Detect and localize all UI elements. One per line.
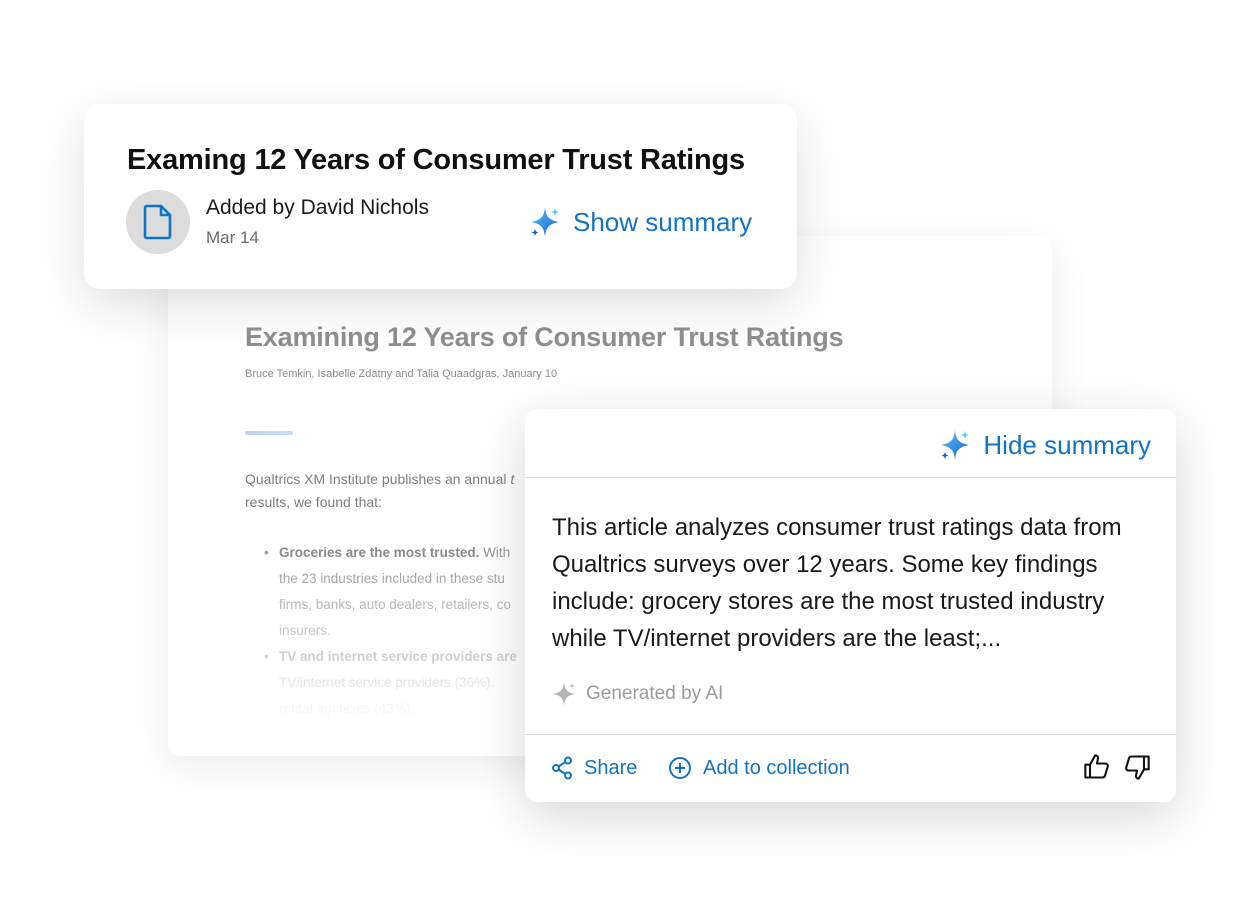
sparkle-gray-icon: [552, 681, 576, 707]
generated-by-ai-text: Generated by AI: [586, 683, 724, 704]
show-summary-label: Show summary: [573, 206, 753, 237]
summary-divider-bottom: [525, 734, 1176, 735]
share-label: Share: [584, 756, 638, 779]
summary-text: This article analyzes consumer trust rat…: [552, 514, 1122, 652]
ai-summary-card: Hide summary This article analyzes consu…: [525, 409, 1176, 802]
finding-text: insurers.: [279, 623, 331, 638]
add-to-collection-button[interactable]: Add to collection: [668, 756, 850, 780]
added-by-text: Added by David Nichols: [206, 196, 429, 219]
add-to-collection-label: Add to collection: [703, 756, 850, 779]
share-button[interactable]: Share: [551, 756, 637, 780]
article-divider: [245, 431, 293, 435]
plus-circle-icon: [668, 756, 692, 780]
resource-title: Examing 12 Years of Consumer Trust Ratin…: [127, 144, 745, 176]
generated-by-ai-label: Generated by AI: [552, 681, 723, 707]
resource-header-card: Examing 12 Years of Consumer Trust Ratin…: [84, 104, 797, 289]
avatar: [126, 190, 190, 254]
sparkle-icon: [530, 206, 560, 238]
finding-text: TV/internet service providers (36%).: [279, 675, 495, 690]
sparkle-icon: [940, 429, 970, 461]
finding-heading: Groceries are the most trusted.: [279, 545, 480, 560]
article-byline: Bruce Temkin, Isabelle Zdatny and Talia …: [245, 368, 558, 380]
finding-text: firms, banks, auto dealers, retailers, c…: [279, 597, 511, 612]
finding-text: rental agencies (43%).: [279, 701, 415, 716]
show-summary-button[interactable]: Show summary: [530, 206, 752, 238]
thumbs-up-icon[interactable]: [1083, 753, 1111, 781]
hide-summary-label: Hide summary: [983, 429, 1151, 460]
finding-text: the 23 industries included in these stu: [279, 571, 505, 586]
article-title: Examining 12 Years of Consumer Trust Rat…: [245, 322, 844, 352]
document-icon: [143, 204, 173, 240]
summary-divider-top: [525, 477, 1176, 478]
thumbs-down-icon[interactable]: [1123, 753, 1151, 781]
article-intro-tail: t: [510, 471, 515, 487]
share-icon: [551, 756, 573, 780]
added-date: Mar 14: [206, 228, 259, 247]
finding-heading: TV and internet service providers are: [279, 649, 517, 664]
hide-summary-button[interactable]: Hide summary: [940, 429, 1151, 461]
article-intro-line1: Qualtrics XM Institute publishes an annu…: [245, 471, 507, 487]
finding-text: With: [483, 545, 511, 560]
article-intro-line2: results, we found that:: [245, 494, 382, 510]
